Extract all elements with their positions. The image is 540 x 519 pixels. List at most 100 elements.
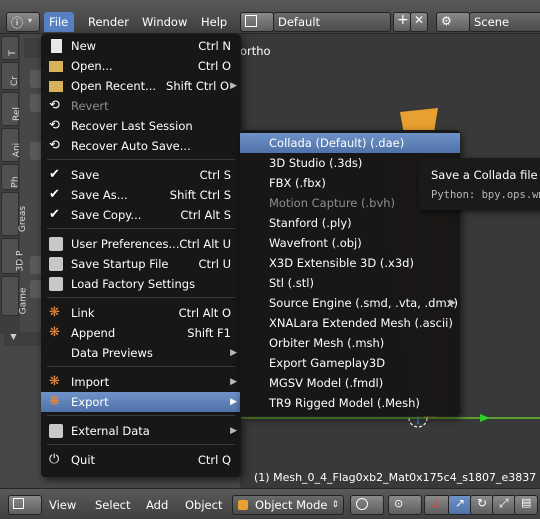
screen-layout-button[interactable] <box>240 12 274 32</box>
menu-render[interactable]: Render <box>88 15 129 29</box>
menu-item-open[interactable]: Open... Ctrl O <box>41 56 241 76</box>
add-screen-button[interactable]: + <box>393 12 411 32</box>
mode-selector[interactable]: Object Mode ⇕ <box>232 495 344 515</box>
scene-type-button[interactable]: ⚙ <box>436 12 470 32</box>
export-orbiter[interactable]: Orbiter Mesh (.msh) <box>240 333 460 353</box>
export-x3d[interactable]: X3D Extensible 3D (.x3d) <box>240 253 460 273</box>
menu-item-label: Save Startup File <box>71 257 169 271</box>
menu-add[interactable]: Add <box>146 498 168 512</box>
tab-label: 3D P <box>15 250 26 272</box>
translate-button[interactable]: ↗ <box>448 495 472 515</box>
editor-type-button[interactable] <box>8 495 42 515</box>
tab-grease-pencil[interactable]: Greas <box>1 192 28 236</box>
tab-animation[interactable]: Ani <box>1 128 22 162</box>
menu-item-label: Link <box>71 306 95 320</box>
export-ply[interactable]: Stanford (.ply) <box>240 213 460 233</box>
scale-button[interactable]: ⤢ <box>492 495 516 515</box>
menu-item-open-recent[interactable]: Open Recent... Shift Ctrl O ▶ <box>41 76 241 96</box>
menu-item-user-preferences[interactable]: User Preferences... Ctrl Alt U <box>41 234 241 254</box>
menu-item-shortcut: Ctrl Q <box>197 453 231 467</box>
pivot-point-button[interactable]: ⊙ <box>388 495 422 515</box>
scene-icon: ⚙ <box>441 14 452 28</box>
scale-icon: ⤢ <box>499 496 509 510</box>
preferences-icon <box>49 237 63 251</box>
manipulator-toggle[interactable]: ⊥ <box>424 495 450 515</box>
rotate-icon: ↻ <box>477 496 488 510</box>
tab-game[interactable]: Game <box>1 276 28 316</box>
screen-layout-field[interactable]: Default <box>273 12 391 32</box>
menu-item-data-previews[interactable]: Data Previews ▶ <box>41 343 241 363</box>
tab-label: Cr <box>9 76 20 86</box>
tab-tools[interactable]: T <box>1 36 19 60</box>
menu-item-export[interactable]: ❋ Export ▶ <box>41 392 241 412</box>
menu-item-recover-auto-save[interactable]: ⟲ Recover Auto Save... <box>41 136 241 156</box>
submenu-arrow-icon: ▶ <box>230 397 237 407</box>
menu-separator <box>47 444 235 445</box>
menu-item-label: Load Factory Settings <box>71 277 196 291</box>
menu-item-label: Save <box>71 168 100 182</box>
save-icon <box>49 257 63 271</box>
layout-grid-icon <box>245 15 257 27</box>
menu-separator <box>47 297 235 298</box>
tab-physics[interactable]: Ph <box>1 164 21 190</box>
menu-view[interactable]: View <box>49 498 76 512</box>
menu-item-external-data[interactable]: External Data ▶ <box>41 421 241 441</box>
menu-item-label: Save Copy... <box>71 208 142 222</box>
delete-screen-button[interactable]: ✕ <box>410 12 428 32</box>
menu-item-quit[interactable]: ⏻ Quit Ctrl Q <box>41 450 241 470</box>
export-source-engine[interactable]: Source Engine (.smd, .vta, .dmx) ▶ <box>240 293 460 313</box>
rotate-button[interactable]: ↻ <box>470 495 494 515</box>
export-xnalara[interactable]: XNALara Extended Mesh (.ascii) <box>240 313 460 333</box>
menu-item-save-startup-file[interactable]: Save Startup File Ctrl U <box>41 254 241 274</box>
checkmark-icon: ✔ <box>49 167 60 182</box>
export-mgsv[interactable]: MGSV Model (.fmdl) <box>240 373 460 393</box>
export-tr9[interactable]: TR9 Rigged Model (.Mesh) <box>240 393 460 413</box>
menu-item-save[interactable]: ✔ Save Ctrl S <box>41 165 241 185</box>
export-stl[interactable]: Stl (.stl) <box>240 273 460 293</box>
menu-item-label: TR9 Rigged Model (.Mesh) <box>269 396 420 410</box>
recover-icon: ⟲ <box>49 138 60 153</box>
menu-item-new[interactable]: New Ctrl N <box>41 36 241 56</box>
menu-separator <box>47 366 235 367</box>
menu-item-save-copy[interactable]: ✔ Save Copy... Ctrl Alt S <box>41 205 241 225</box>
menu-file[interactable]: File <box>49 15 68 29</box>
screen-layout-name: Default <box>278 15 321 29</box>
scene-field[interactable]: Scene <box>469 12 540 32</box>
file-menu: New Ctrl N Open... Ctrl O Open Recent...… <box>41 34 241 477</box>
new-file-icon <box>51 39 62 53</box>
export-collada[interactable]: Collada (Default) (.dae) <box>240 133 460 153</box>
tab-label: Game <box>18 287 29 315</box>
menu-item-label: X3D Extensible 3D (.x3d) <box>269 256 414 270</box>
menu-item-label: New <box>71 39 97 53</box>
menu-window[interactable]: Window <box>142 15 187 29</box>
menu-item-load-factory-settings[interactable]: Load Factory Settings <box>41 274 241 294</box>
menu-item-shortcut: Shift Ctrl O <box>166 79 229 93</box>
tab-label: Greas <box>18 205 29 233</box>
menu-separator <box>47 159 235 160</box>
viewport-shading-button[interactable] <box>350 495 384 515</box>
menu-item-recover-last-session[interactable]: ⟲ Recover Last Session <box>41 116 241 136</box>
mode-label: Object Mode <box>255 498 328 512</box>
transform-orientation-button[interactable]: ▤ <box>514 495 538 515</box>
menu-item-import[interactable]: ❋ Import ▶ <box>41 372 241 392</box>
menu-item-label: Import <box>71 375 110 389</box>
editor-type-button[interactable]: ⓘ ▾ <box>6 12 40 32</box>
menu-select[interactable]: Select <box>95 498 130 512</box>
menu-item-shortcut: Shift Ctrl S <box>169 188 231 202</box>
menu-help[interactable]: Help <box>201 15 227 29</box>
tab-3d-printing[interactable]: 3D P <box>1 238 25 274</box>
menu-item-link[interactable]: ❋ Link Ctrl Alt O <box>41 303 241 323</box>
revert-icon: ⟲ <box>49 98 60 113</box>
tab-relations[interactable]: Rel <box>1 92 22 126</box>
menu-item-label: 3D Studio (.3ds) <box>269 156 363 170</box>
menu-item-append[interactable]: ❋ Append Shift F1 <box>41 323 241 343</box>
export-gameplay3d[interactable]: Export Gameplay3D <box>240 353 460 373</box>
menu-item-label: Data Previews <box>71 346 153 360</box>
menu-item-label: Recover Last Session <box>71 119 193 133</box>
export-obj[interactable]: Wavefront (.obj) <box>240 233 460 253</box>
menu-item-label: Source Engine (.smd, .vta, .dmx) <box>269 296 458 310</box>
tab-create[interactable]: Cr <box>1 62 20 90</box>
menu-item-save-as[interactable]: ✔ Save As... Shift Ctrl S <box>41 185 241 205</box>
menu-object[interactable]: Object <box>185 498 222 512</box>
menu-item-revert[interactable]: ⟲ Revert <box>41 96 241 116</box>
